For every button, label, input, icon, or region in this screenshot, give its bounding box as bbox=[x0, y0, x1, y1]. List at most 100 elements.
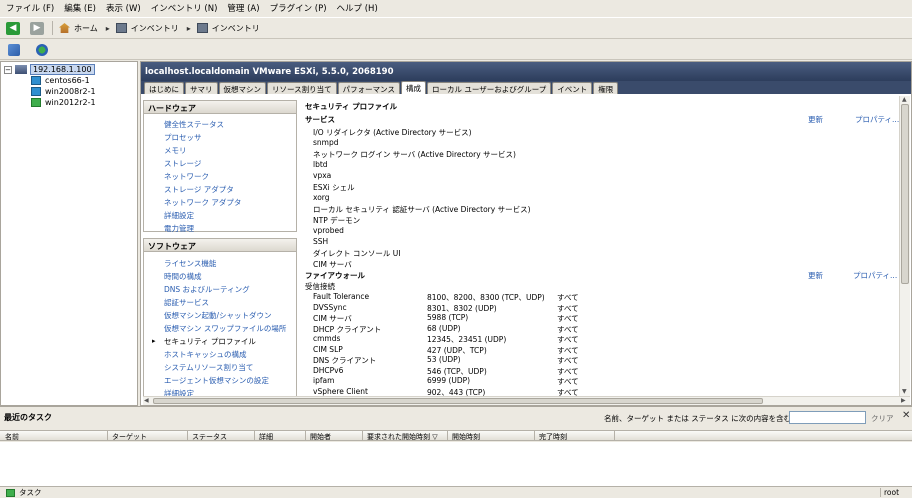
service-item: lbtd bbox=[313, 160, 328, 169]
menu-administration[interactable]: 管理 (A) bbox=[227, 2, 259, 14]
nav-dns-routing[interactable]: DNS およびルーティング bbox=[164, 284, 250, 295]
scroll-left-icon[interactable]: ◀ bbox=[144, 397, 149, 404]
column-start-time[interactable]: 開始時刻 bbox=[452, 432, 480, 442]
tab-events[interactable]: イベント bbox=[552, 82, 593, 94]
arrow-right-icon[interactable]: ▶ bbox=[30, 21, 44, 35]
breadcrumb-inventory[interactable]: インベントリ bbox=[115, 23, 179, 34]
recent-tasks-pane: 最近のタスク 名前、ターゲット または ステータス に次の内容を含む：▾ クリア… bbox=[0, 406, 912, 486]
firewall-properties-link[interactable]: プロパティ... bbox=[853, 270, 897, 281]
menu-help[interactable]: ヘルプ (H) bbox=[337, 2, 378, 14]
collapse-icon[interactable]: − bbox=[4, 65, 12, 74]
tree-item-vm[interactable]: win2012r2-1 bbox=[31, 97, 96, 108]
tree-item-label: 192.168.1.100 bbox=[30, 64, 95, 75]
tree-item-label: win2008r2-1 bbox=[45, 87, 96, 96]
tab-configuration[interactable]: 構成 bbox=[400, 81, 426, 94]
nav-networking[interactable]: ネットワーク bbox=[164, 171, 209, 182]
tab-bar: はじめに サマリ 仮想マシン リソース割り当て パフォーマンス 構成 ローカル … bbox=[141, 81, 911, 94]
tree-item-host[interactable]: − 192.168.1.100 bbox=[4, 64, 95, 75]
service-item: ローカル セキュリティ 認証サーバ (Active Directory サービス… bbox=[313, 205, 531, 214]
nav-time-configuration[interactable]: 時間の構成 bbox=[164, 271, 202, 282]
tree-item-vm[interactable]: centos66-1 bbox=[31, 75, 90, 86]
home-icon bbox=[59, 23, 70, 33]
close-icon[interactable]: ✕ bbox=[902, 410, 910, 421]
nav-authentication-services[interactable]: 認証サービス bbox=[164, 297, 209, 308]
nav-memory[interactable]: メモリ bbox=[164, 145, 187, 156]
menu-file[interactable]: ファイル (F) bbox=[6, 2, 54, 14]
firewall-rule-ports: 902、443 (TCP) bbox=[427, 387, 486, 397]
host-icon bbox=[15, 65, 27, 74]
tab-getting-started[interactable]: はじめに bbox=[144, 82, 184, 94]
tab-resource-allocation[interactable]: リソース割り当て bbox=[267, 82, 337, 94]
firewall-refresh-link[interactable]: 更新 bbox=[808, 270, 823, 281]
nav-advanced-settings-software[interactable]: 詳細設定 bbox=[164, 388, 194, 396]
firewall-rule-ports: 6999 (UDP) bbox=[427, 376, 471, 385]
firewall-rule-scope: すべて bbox=[557, 324, 579, 334]
breadcrumb: ホーム ▸ インベントリ ▸ インベントリ bbox=[59, 23, 268, 34]
new-resource-pool-icon[interactable] bbox=[36, 43, 48, 56]
horizontal-scroll-thumb[interactable] bbox=[153, 398, 763, 404]
tasks-button[interactable]: タスク bbox=[6, 487, 42, 498]
service-item: NTP デーモン bbox=[313, 216, 361, 225]
tab-performance[interactable]: パフォーマンス bbox=[337, 82, 400, 94]
nav-vm-swapfile-location[interactable]: 仮想マシン スワップファイルの場所 bbox=[164, 323, 286, 334]
tab-permissions[interactable]: 権限 bbox=[593, 82, 619, 94]
nav-processors[interactable]: プロセッサ bbox=[164, 132, 202, 143]
tab-virtual-machines[interactable]: 仮想マシン bbox=[218, 82, 266, 94]
column-initiated-by[interactable]: 開始者 bbox=[310, 432, 331, 442]
scroll-right-icon[interactable]: ▶ bbox=[901, 397, 906, 404]
new-vm-icon[interactable] bbox=[8, 43, 20, 56]
column-status[interactable]: ステータス bbox=[192, 432, 227, 442]
column-target[interactable]: ターゲット bbox=[112, 432, 147, 442]
scroll-down-icon[interactable]: ▼ bbox=[902, 388, 907, 395]
horizontal-scrollbar[interactable]: ◀ ▶ bbox=[143, 396, 910, 405]
menu-inventory[interactable]: インベントリ (N) bbox=[151, 2, 218, 14]
nav-vm-startup-shutdown[interactable]: 仮想マシン起動/シャットダウン bbox=[164, 310, 272, 321]
tree-item-vm[interactable]: win2008r2-1 bbox=[31, 86, 96, 97]
column-requested-start-time[interactable]: 要求された開始時刻 ▽ bbox=[367, 432, 438, 442]
scroll-up-icon[interactable]: ▲ bbox=[902, 96, 907, 103]
menu-edit[interactable]: 編集 (E) bbox=[64, 2, 96, 14]
tasks-list bbox=[0, 442, 912, 486]
nav-security-profile[interactable]: セキュリティ プロファイル bbox=[164, 336, 256, 347]
firewall-rule-ports: 12345、23451 (UDP) bbox=[427, 335, 507, 344]
breadcrumb-home[interactable]: ホーム bbox=[59, 23, 98, 34]
task-filter-input[interactable] bbox=[789, 411, 866, 424]
column-details[interactable]: 詳細 bbox=[259, 432, 273, 442]
firewall-rule-name: DVSSync bbox=[313, 302, 347, 312]
nav-advanced-settings[interactable]: 詳細設定 bbox=[164, 210, 194, 221]
service-item: I/O リダイレクタ (Active Directory サービス) bbox=[313, 128, 472, 137]
nav-licensed-features[interactable]: ライセンス機能 bbox=[164, 258, 216, 269]
vertical-scroll-thumb[interactable] bbox=[901, 104, 909, 284]
services-properties-link[interactable]: プロパティ... bbox=[855, 114, 899, 125]
services-refresh-link[interactable]: 更新 bbox=[808, 114, 823, 125]
tab-summary[interactable]: サマリ bbox=[185, 82, 218, 94]
nav-system-resource-allocation[interactable]: システムリソース割り当て bbox=[164, 362, 253, 373]
breadcrumb-label: インベントリ bbox=[130, 23, 179, 33]
firewall-rule-ports: 427 (UDP、TCP) bbox=[427, 345, 487, 355]
security-profile-content: セキュリティ プロファイル サービス 更新 プロパティ... I/O リダイレク… bbox=[303, 96, 899, 396]
nav-power-management[interactable]: 電力管理 bbox=[164, 223, 194, 234]
task-filter-label[interactable]: 名前、ターゲット または ステータス に次の内容を含む：▾ bbox=[604, 413, 802, 424]
nav-storage[interactable]: ストレージ bbox=[164, 158, 201, 169]
service-item: SSH bbox=[313, 237, 329, 246]
menu-plugins[interactable]: プラグイン (P) bbox=[270, 2, 327, 14]
nav-agent-vm-settings[interactable]: エージェント仮想マシンの設定 bbox=[164, 375, 269, 386]
nav-host-cache-configuration[interactable]: ホストキャッシュの構成 bbox=[164, 349, 247, 360]
arrow-left-icon[interactable]: ◀ bbox=[6, 21, 20, 35]
tab-local-users-groups[interactable]: ローカル ユーザーおよびグループ bbox=[426, 82, 552, 94]
breadcrumb-inventory-current[interactable]: インベントリ bbox=[196, 23, 260, 34]
column-name[interactable]: 名前 bbox=[5, 432, 19, 442]
column-completed-time[interactable]: 完了時刻 bbox=[539, 432, 567, 442]
nav-storage-adapters[interactable]: ストレージ アダプタ bbox=[164, 184, 234, 195]
current-item-bullet-icon: ▸ bbox=[152, 337, 156, 345]
firewall-rule-ports: 546 (TCP、UDP) bbox=[427, 366, 487, 376]
nav-network-adapters[interactable]: ネットワーク アダプタ bbox=[164, 197, 241, 208]
vm-icon bbox=[31, 76, 41, 85]
services-label: サービス bbox=[305, 115, 335, 124]
firewall-rule-scope: すべて bbox=[557, 314, 579, 323]
menu-view[interactable]: 表示 (W) bbox=[106, 2, 141, 14]
clear-filter-button[interactable]: クリア bbox=[871, 413, 894, 424]
vertical-scrollbar[interactable]: ▲ ▼ bbox=[899, 96, 910, 396]
firewall-rule-scope: すべて bbox=[557, 356, 579, 365]
nav-health-status[interactable]: 健全性ステータス bbox=[164, 119, 224, 130]
